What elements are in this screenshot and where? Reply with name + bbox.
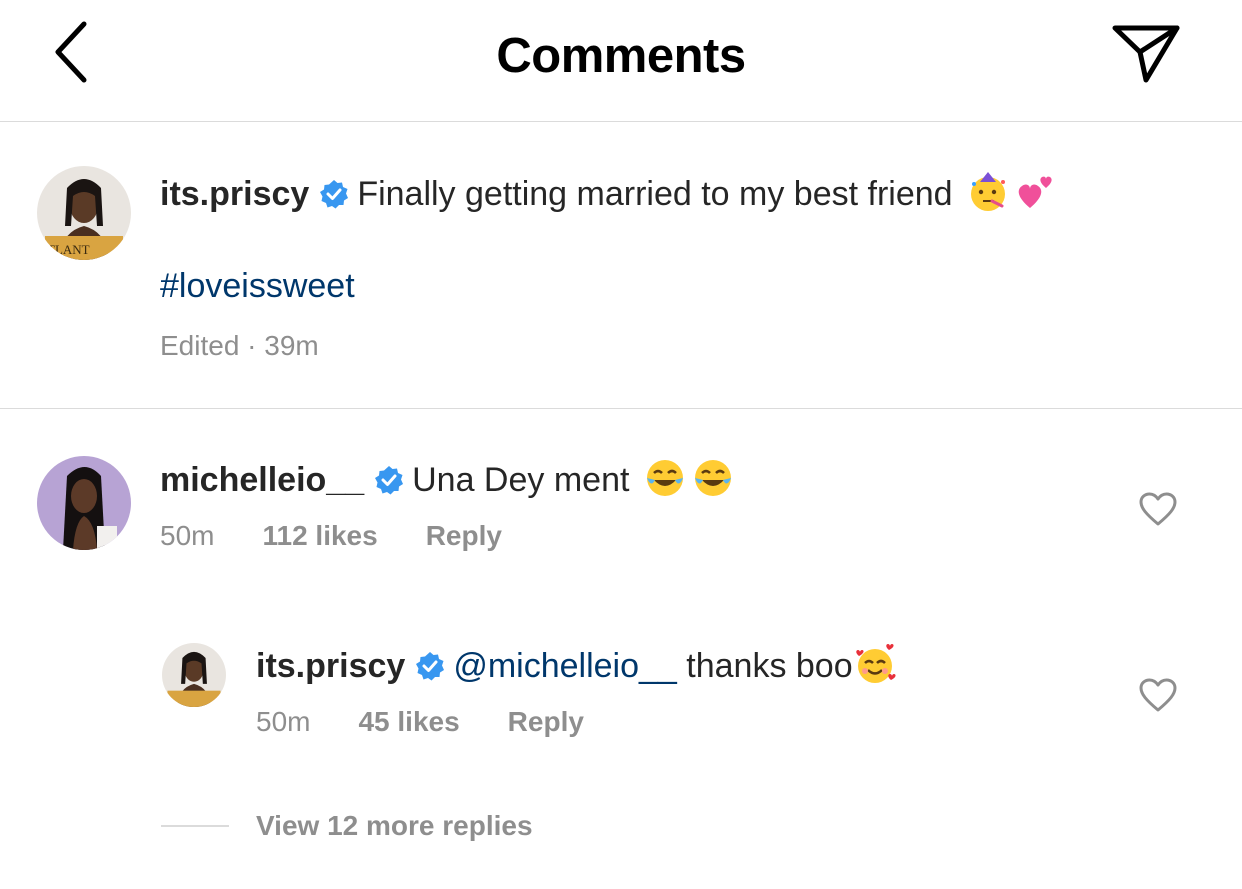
caption-edited-time: Edited · 39m: [160, 330, 319, 361]
heart-icon[interactable]: [1138, 677, 1178, 713]
reply-button[interactable]: Reply: [426, 520, 502, 551]
comment-username[interactable]: michelleio__: [160, 461, 364, 499]
header-bar: Comments: [0, 0, 1242, 122]
avatar[interactable]: [37, 456, 131, 550]
comment-meta: 50m 112 likes Reply: [160, 520, 550, 552]
caption-hashtag-line: #loveissweet: [160, 266, 355, 306]
verified-badge-icon: [320, 180, 349, 209]
caption-line: its.priscy Finally getting married to my …: [160, 170, 1058, 214]
paper-plane-icon: [1112, 25, 1180, 83]
mention-link[interactable]: @michelleio__: [453, 647, 677, 685]
smiling-face-with-hearts-emoji-icon: [855, 644, 896, 683]
share-button[interactable]: [1110, 22, 1182, 86]
hashtag-link[interactable]: #loveissweet: [160, 267, 355, 305]
avatar[interactable]: TLANT: [37, 166, 131, 260]
comment-time: 50m: [160, 520, 215, 551]
two-hearts-emoji-icon: [1018, 176, 1052, 208]
divider: [0, 408, 1242, 409]
avatar[interactable]: [162, 643, 226, 707]
reply-text: thanks boo: [686, 647, 853, 685]
comment-likes-link[interactable]: 112 likes: [262, 520, 377, 551]
tears-of-joy-emoji-icon: [646, 460, 683, 496]
reply-line: its.priscy @michelleio__ thanks boo: [256, 642, 897, 686]
partying-face-emoji-icon: [971, 172, 1006, 211]
reply-time: 50m: [256, 706, 311, 737]
verified-badge-icon: [416, 652, 445, 681]
reply-button[interactable]: Reply: [508, 706, 584, 737]
view-replies-divider: [161, 825, 229, 827]
tears-of-joy-emoji-icon: [694, 460, 731, 496]
comment-text: Una Dey ment: [412, 461, 630, 499]
heart-icon[interactable]: [1138, 491, 1178, 527]
reply-meta: 50m 45 likes Reply: [256, 706, 632, 738]
caption-username[interactable]: its.priscy: [160, 175, 309, 213]
svg-text:TLANT: TLANT: [47, 242, 90, 257]
reply-likes-link[interactable]: 45 likes: [358, 706, 459, 737]
caption-meta: Edited · 39m: [160, 330, 367, 362]
comment-line: michelleio__ Una Dey ment: [160, 456, 735, 500]
reply-username[interactable]: its.priscy: [256, 647, 405, 685]
page-title: Comments: [496, 29, 746, 83]
view-more-replies-button[interactable]: View 12 more replies: [256, 810, 533, 842]
verified-badge-icon: [375, 466, 404, 495]
caption-text: Finally getting married to my best frien…: [357, 175, 953, 213]
